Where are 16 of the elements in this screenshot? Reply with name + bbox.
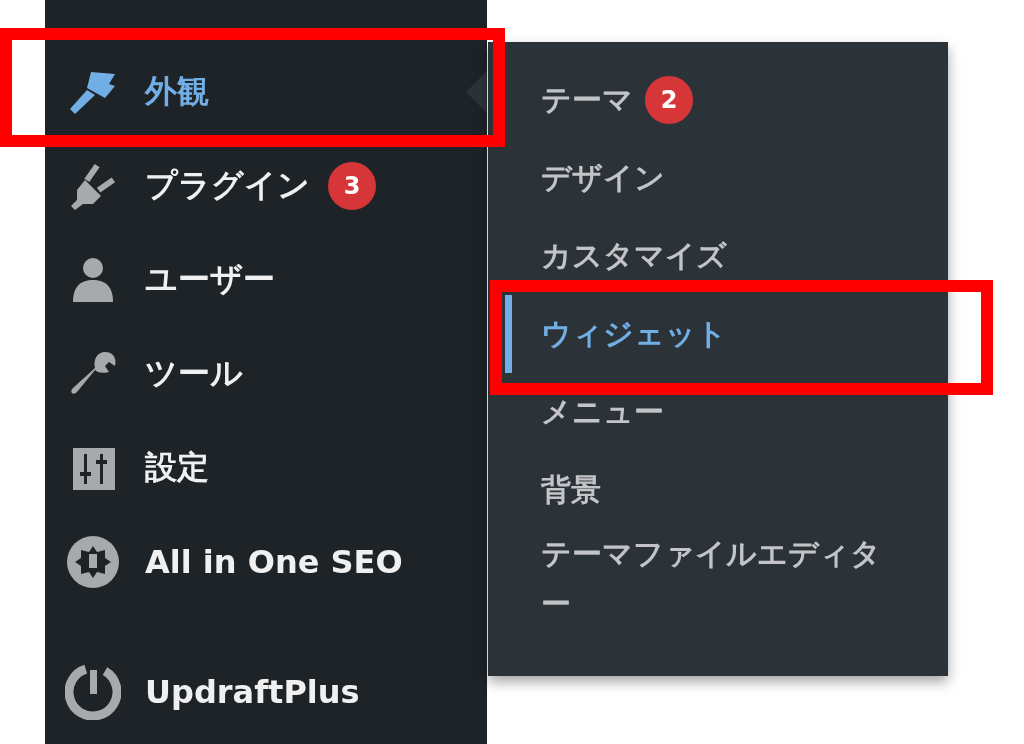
menu-item[interactable]: All in One SEO (45, 515, 487, 609)
submenu-item[interactable]: メニュー (505, 373, 948, 451)
submenu-item[interactable]: カスタマイズ (505, 217, 948, 295)
menu-item[interactable]: UpdraftPlus (45, 645, 487, 739)
count-badge: 3 (328, 162, 376, 210)
menu-item[interactable]: 設定 (45, 421, 487, 515)
submenu-item[interactable]: デザイン (505, 139, 948, 217)
menu-item[interactable]: ユーザー (45, 233, 487, 327)
submenu-item[interactable]: テーマ 2 (505, 61, 948, 139)
count-badge: 2 (645, 76, 693, 124)
submenu-item[interactable]: 背景 (505, 451, 948, 529)
gear-icon (65, 534, 121, 590)
submenu-item[interactable]: テーマファイルエディター (505, 529, 948, 629)
menu-item[interactable]: ツール (45, 327, 487, 421)
menu-item[interactable]: プラグイン 3 (45, 139, 487, 233)
submenu-item[interactable]: ウィジェット (505, 295, 948, 373)
